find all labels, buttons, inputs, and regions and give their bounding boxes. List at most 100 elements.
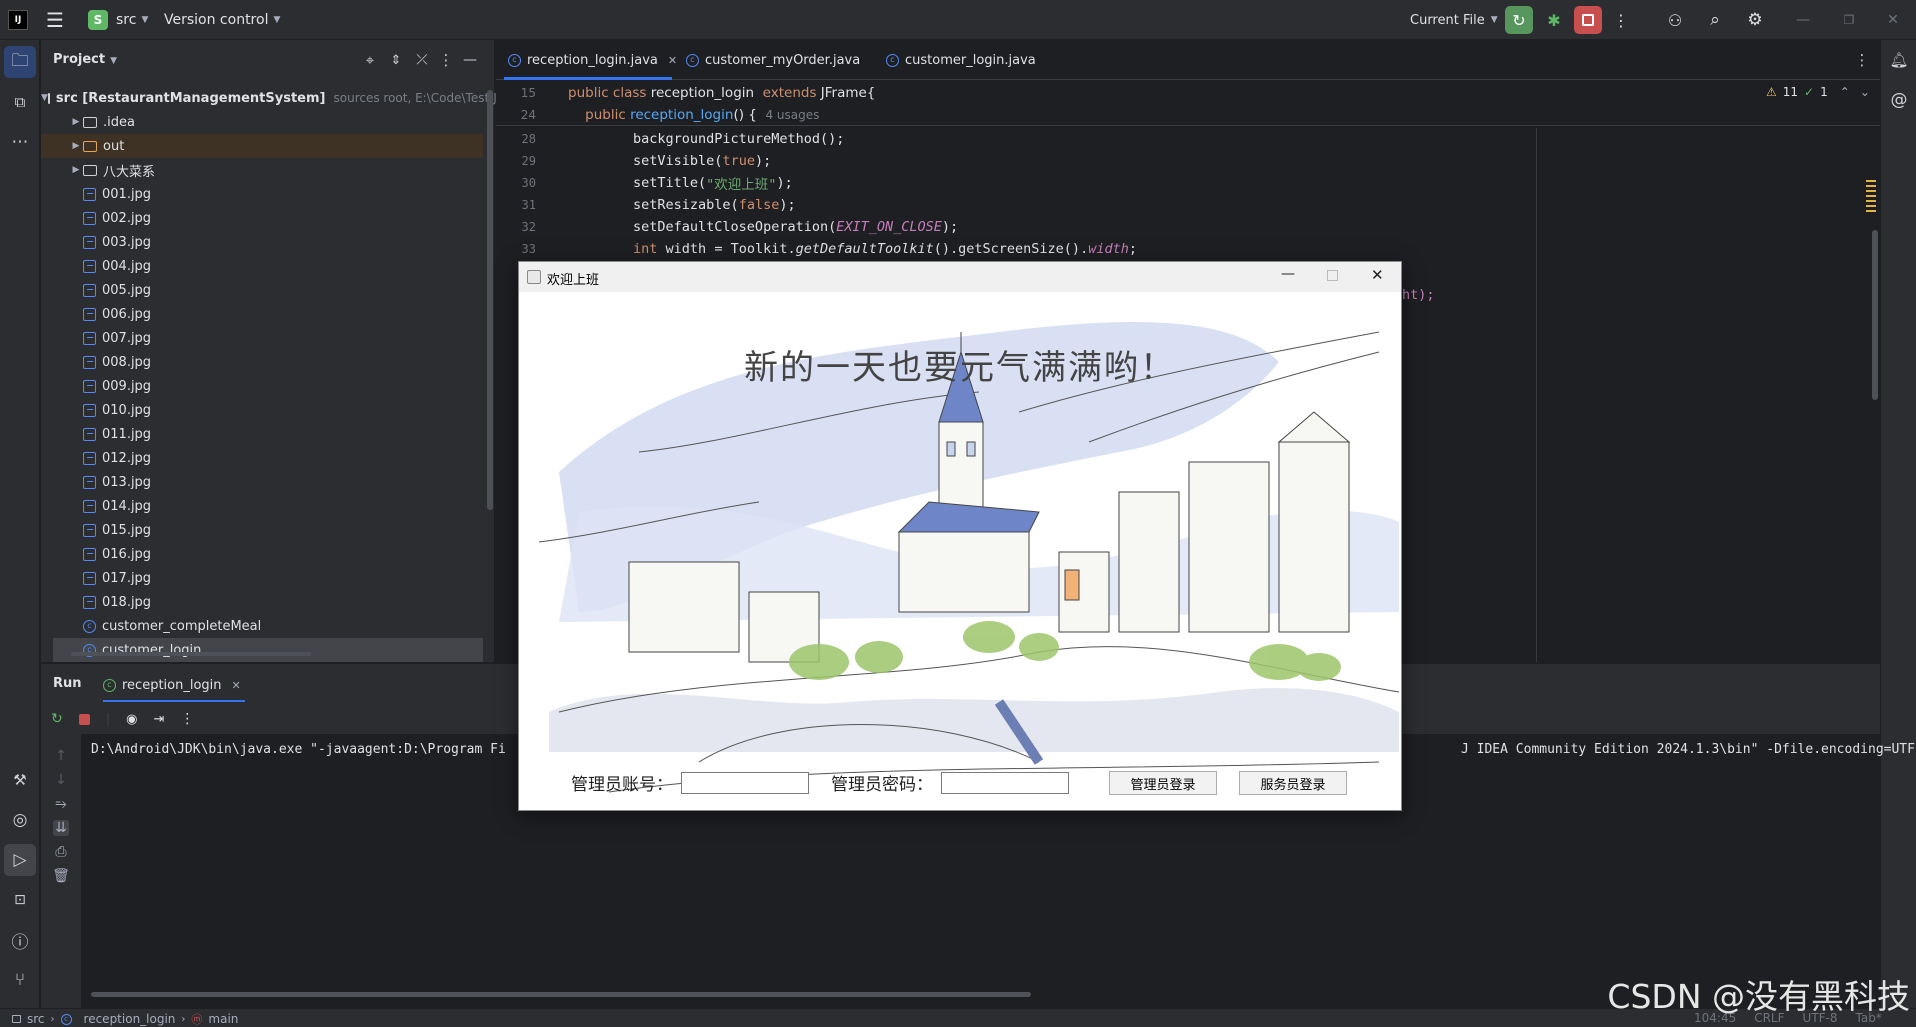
tree-item[interactable]: 008.jpg [41, 350, 483, 374]
project-switcher[interactable]: S src ▼ [88, 0, 148, 40]
java-class-icon: c [886, 53, 899, 67]
tree-item[interactable]: 018.jpg [41, 590, 483, 614]
project-panel-title[interactable]: Project ▼ [53, 52, 117, 67]
editor-scrollbar[interactable] [1872, 230, 1878, 400]
down-arrow-icon[interactable]: ↓ [55, 772, 67, 788]
tree-item-label: 001.jpg [102, 186, 152, 202]
close-icon[interactable]: ✕ [1886, 0, 1900, 40]
tab-customer-myorder[interactable]: c customer_myOrder.java [686, 40, 860, 80]
git-branch-icon[interactable]: ⑂ [4, 964, 36, 996]
crumb-class[interactable]: reception_login [84, 1012, 176, 1026]
problems-icon[interactable]: ⓘ [4, 924, 36, 956]
exit-icon[interactable]: ⇥ [153, 712, 164, 727]
tree-item[interactable]: 006.jpg [41, 302, 483, 326]
more-actions-icon[interactable]: ⋮ [180, 711, 194, 727]
code-token: setVisible( [568, 153, 723, 169]
tree-hscrollbar[interactable] [71, 652, 311, 656]
restore-icon[interactable]: ❐ [1842, 0, 1856, 40]
password-input[interactable] [941, 772, 1069, 794]
dialog-title-bar[interactable]: 欢迎上班 — ✕ [519, 262, 1401, 292]
run-tab[interactable]: c reception_login ✕ [103, 670, 241, 700]
tree-scrollbar[interactable] [487, 90, 493, 510]
ai-assistant-icon[interactable]: @ [1885, 86, 1913, 114]
rerun-button[interactable]: ↻ [1505, 6, 1533, 34]
notifications-bell-icon[interactable]: 🔔︎ [1885, 46, 1913, 74]
search-icon[interactable]: ⌕ [1704, 0, 1726, 40]
previous-highlight-icon[interactable]: ⌃ [1840, 85, 1850, 99]
stop-icon[interactable] [78, 713, 90, 725]
trash-icon[interactable]: 🗑︎ [52, 868, 70, 884]
tree-item[interactable]: 017.jpg [41, 566, 483, 590]
account-input[interactable] [681, 772, 809, 794]
staff-login-button[interactable]: 服务员登录 [1239, 771, 1347, 795]
services-icon[interactable]: ◎ [4, 804, 36, 836]
run-config-selector[interactable]: Current File ▼ [1410, 0, 1498, 40]
run-panel-title[interactable]: Run [53, 676, 82, 691]
crumb-src[interactable]: src [27, 1012, 45, 1026]
code-token: JFrame{ [820, 85, 876, 101]
tree-item[interactable]: ▶ 八大菜系 [41, 158, 483, 182]
minimize-icon[interactable]: — [1281, 266, 1295, 282]
tree-item[interactable]: 013.jpg [41, 470, 483, 494]
next-highlight-icon[interactable]: ⌄ [1860, 85, 1870, 99]
build-hammer-icon[interactable]: ⚒ [4, 764, 36, 796]
right-margin-guide [1536, 128, 1537, 662]
tree-item[interactable]: 002.jpg [41, 206, 483, 230]
gear-icon[interactable]: ⚙ [1744, 0, 1766, 40]
tree-item[interactable]: 005.jpg [41, 278, 483, 302]
tree-item[interactable]: 003.jpg [41, 230, 483, 254]
scroll-to-end-icon[interactable]: ⇊ [53, 820, 69, 836]
add-user-icon[interactable]: ⚇ [1664, 0, 1686, 40]
tree-item[interactable]: 007.jpg [41, 326, 483, 350]
structure-icon[interactable]: ⧉ [4, 86, 36, 118]
camera-icon[interactable]: ◉ [126, 712, 137, 727]
console-hscrollbar[interactable] [91, 992, 1031, 997]
up-arrow-icon[interactable]: ↑ [55, 748, 67, 764]
tree-item[interactable]: 012.jpg [41, 446, 483, 470]
close-tab-icon[interactable]: ✕ [668, 54, 677, 67]
tree-item[interactable]: ▶ out [41, 134, 483, 158]
terminal-icon[interactable]: ⊡ [4, 884, 36, 916]
tree-item[interactable]: 011.jpg [41, 422, 483, 446]
tree-item[interactable]: 015.jpg [41, 518, 483, 542]
tab-reception-login[interactable]: c reception_login.java ✕ [508, 40, 677, 80]
collapse-all-icon[interactable]: ⤫ [413, 51, 431, 69]
tree-item[interactable]: c customer_completeMeal [41, 614, 483, 638]
stop-button[interactable] [1574, 6, 1602, 34]
image-file-icon [83, 595, 96, 609]
tree-root[interactable]: ▼ src [RestaurantManagementSystem] sourc… [41, 86, 504, 110]
soft-wrap-icon[interactable]: ⥱ [55, 796, 66, 812]
project-folder-icon[interactable]: 🗀 [4, 46, 36, 78]
close-icon[interactable]: ✕ [1371, 266, 1384, 284]
more-tools-icon[interactable]: ⋯ [4, 126, 36, 158]
tree-item[interactable]: 014.jpg [41, 494, 483, 518]
vcs-menu[interactable]: Version control ▼ [164, 0, 280, 40]
intellij-logo-icon[interactable]: IJ [8, 0, 32, 40]
rerun-icon[interactable]: ↻ [51, 711, 63, 727]
more-actions-icon[interactable]: ⋮ [1613, 0, 1629, 40]
tree-item[interactable]: 010.jpg [41, 398, 483, 422]
inspection-widget[interactable]: ⚠ 11 ✓ 1 ⌃ ⌄ [1766, 85, 1870, 99]
tree-item[interactable]: c customer_login [53, 638, 483, 662]
tree-item[interactable]: 004.jpg [41, 254, 483, 278]
options-icon[interactable]: ⋮ [437, 51, 455, 69]
hide-panel-icon[interactable]: — [461, 51, 479, 69]
tree-item[interactable]: 016.jpg [41, 542, 483, 566]
tab-customer-login[interactable]: c customer_login.java [886, 40, 1036, 80]
tree-item[interactable]: ▶ .idea [41, 110, 483, 134]
locate-target-icon[interactable]: ⌖ [361, 51, 379, 69]
run-tool-icon[interactable]: ▷ [4, 844, 36, 876]
close-tab-icon[interactable]: ✕ [232, 679, 241, 692]
code-token: backgroundPictureMethod(); [568, 131, 845, 147]
print-icon[interactable]: ⎙ [55, 844, 66, 860]
expand-all-icon[interactable]: ⇕ [387, 51, 405, 69]
tab-options-icon[interactable]: ⋮ [1852, 50, 1872, 70]
error-stripe-marks[interactable] [1866, 180, 1876, 212]
crumb-method[interactable]: main [208, 1012, 238, 1026]
main-menu-icon[interactable]: ☰ [46, 0, 70, 40]
minimize-icon[interactable]: — [1796, 0, 1810, 40]
admin-login-button[interactable]: 管理员登录 [1109, 771, 1217, 795]
debug-icon[interactable]: ✱ [1544, 0, 1564, 40]
tree-item[interactable]: 001.jpg [41, 182, 483, 206]
tree-item[interactable]: 009.jpg [41, 374, 483, 398]
